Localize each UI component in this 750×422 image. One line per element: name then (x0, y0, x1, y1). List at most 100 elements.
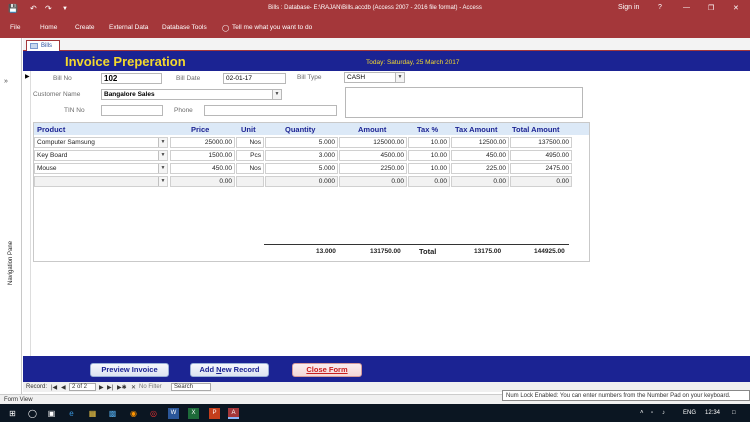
close-form-button[interactable]: Close Form (292, 363, 362, 377)
word-icon[interactable]: W (168, 408, 179, 419)
windows-taskbar: ⊞ ◯ ▣ e ▦ ▩ ◉ ◎ W X P A ˄ ▫ ♪ ENG 12:34 … (0, 404, 750, 422)
file-explorer-icon[interactable]: ▦ (87, 408, 98, 419)
network-icon[interactable]: ▫ (651, 410, 653, 416)
ribbon-tab-home[interactable]: Home (40, 24, 57, 31)
total-cell[interactable]: 4950.00 (510, 150, 572, 161)
price-cell[interactable]: 450.00 (170, 163, 235, 174)
header-tax-amount: Tax Amount (455, 125, 498, 134)
chrome-icon[interactable]: ◎ (148, 408, 159, 419)
next-record-button[interactable]: ▶ (99, 384, 104, 391)
quantity-cell[interactable]: 5.000 (265, 163, 338, 174)
unit-cell[interactable]: Pcs (236, 150, 264, 161)
record-selector[interactable]: ▶ (23, 71, 31, 356)
add-new-record-button[interactable]: Add New Record (190, 363, 269, 377)
edge-icon[interactable]: e (66, 408, 77, 419)
price-cell[interactable]: 1500.00 (170, 150, 235, 161)
total-cell[interactable]: 137500.00 (510, 137, 572, 148)
tax-pct-cell[interactable]: 10.00 (408, 163, 450, 174)
record-search-box[interactable]: Search (171, 383, 211, 391)
filter-indicator[interactable]: No Filter (139, 384, 162, 390)
windows-start-icon[interactable]: ⊞ (7, 408, 18, 419)
new-record-button[interactable]: ▶✱ (117, 384, 127, 391)
restore-button[interactable]: ❐ (708, 4, 714, 12)
preview-invoice-button[interactable]: Preview Invoice (90, 363, 169, 377)
first-record-button[interactable]: |◀ (51, 384, 57, 391)
total-label: Total (419, 247, 437, 256)
product-combo[interactable]: ▼ (34, 176, 168, 187)
bill-type-combo[interactable]: CASH ▼ (344, 72, 405, 83)
grand-total: 144925.00 (534, 248, 565, 255)
amount-cell[interactable]: 2250.00 (339, 163, 407, 174)
product-combo[interactable]: Mouse ▼ (34, 163, 168, 174)
task-view-icon[interactable]: ▣ (46, 408, 57, 419)
excel-icon[interactable]: X (188, 408, 199, 419)
unit-cell[interactable]: Nos (236, 137, 264, 148)
tray-chevron-icon[interactable]: ˄ (640, 410, 644, 416)
ribbon-tab-database-tools[interactable]: Database Tools (162, 24, 207, 31)
tax-amount-cell[interactable]: 0.00 (451, 176, 509, 187)
table-row: Mouse ▼ 450.00 Nos 5.000 2250.00 10.00 22… (34, 162, 589, 175)
close-window-button[interactable]: ✕ (733, 4, 739, 12)
price-cell[interactable]: 25000.00 (170, 137, 235, 148)
price-cell[interactable]: 0.00 (170, 176, 235, 187)
unit-cell[interactable]: Nos (236, 163, 264, 174)
tin-no-field[interactable] (101, 105, 163, 116)
clock[interactable]: 12:34 (705, 410, 720, 416)
quantity-cell[interactable]: 3.000 (265, 150, 338, 161)
last-record-button[interactable]: ▶| (107, 384, 113, 391)
chevron-down-icon[interactable]: ▼ (158, 164, 167, 173)
firefox-icon[interactable]: ◉ (128, 408, 139, 419)
tax-amount-cell[interactable]: 450.00 (451, 150, 509, 161)
record-label: Record: (26, 384, 48, 390)
customer-address-box[interactable] (345, 87, 583, 118)
product-combo[interactable]: Computer Samsung ▼ (34, 137, 168, 148)
amount-cell[interactable]: 4500.00 (339, 150, 407, 161)
previous-record-button[interactable]: ◀ (61, 384, 66, 391)
store-icon[interactable]: ▩ (107, 408, 118, 419)
chevron-down-icon[interactable]: ▼ (158, 151, 167, 160)
search-icon[interactable]: ◯ (27, 408, 38, 419)
ribbon-tab-create[interactable]: Create (75, 24, 95, 31)
current-record-icon: ▶ (25, 74, 30, 80)
quantity-cell[interactable]: 5.000 (265, 137, 338, 148)
current-record-field[interactable]: 2 of 2 (69, 383, 96, 391)
unit-cell[interactable] (236, 176, 264, 187)
customer-name-combo[interactable]: Bangalore Sales ▼ (101, 89, 282, 100)
amount-cell[interactable]: 0.00 (339, 176, 407, 187)
help-button[interactable]: ? (658, 4, 662, 11)
chevron-down-icon[interactable]: ▼ (158, 138, 167, 147)
notifications-icon[interactable]: □ (732, 410, 736, 416)
tax-pct-cell[interactable]: 10.00 (408, 150, 450, 161)
amount-cell[interactable]: 125000.00 (339, 137, 407, 148)
navigation-pane-collapsed[interactable]: » Navigation Pane (0, 38, 22, 394)
tax-amount-cell[interactable]: 12500.00 (451, 137, 509, 148)
tell-me-search[interactable]: Tell me what you want to do (232, 24, 312, 31)
chevron-down-icon[interactable]: ▼ (158, 177, 167, 186)
today-date: Today: Saturday, 25 March 2017 (366, 59, 460, 66)
access-icon[interactable]: A (228, 408, 239, 419)
form-title: Invoice Preperation (65, 54, 186, 69)
chevron-down-icon[interactable]: ▼ (272, 90, 281, 99)
ribbon-tab-external-data[interactable]: External Data (109, 24, 148, 31)
volume-icon[interactable]: ♪ (662, 410, 665, 416)
total-cell[interactable]: 2475.00 (510, 163, 572, 174)
ribbon-tab-file[interactable]: File (10, 24, 20, 31)
document-tab-bills[interactable]: Bills (26, 40, 60, 51)
bill-no-field[interactable]: 102 (101, 73, 162, 84)
expand-chevron-icon[interactable]: » (4, 78, 8, 85)
powerpoint-icon[interactable]: P (209, 408, 220, 419)
bill-date-field[interactable]: 02-01-17 (223, 73, 286, 84)
tax-pct-cell[interactable]: 10.00 (408, 137, 450, 148)
chevron-down-icon[interactable]: ▼ (395, 73, 404, 82)
bill-date-label: Bill Date (176, 75, 201, 82)
sign-in-link[interactable]: Sign in (618, 4, 639, 11)
tax-amount-cell[interactable]: 225.00 (451, 163, 509, 174)
total-cell[interactable]: 0.00 (510, 176, 572, 187)
minimize-button[interactable]: — (683, 4, 690, 11)
header-amount: Amount (358, 125, 387, 134)
product-combo[interactable]: Key Board ▼ (34, 150, 168, 161)
phone-field[interactable] (204, 105, 337, 116)
tax-pct-cell[interactable]: 0.00 (408, 176, 450, 187)
language-indicator[interactable]: ENG (683, 410, 696, 416)
quantity-cell[interactable]: 0.000 (265, 176, 338, 187)
